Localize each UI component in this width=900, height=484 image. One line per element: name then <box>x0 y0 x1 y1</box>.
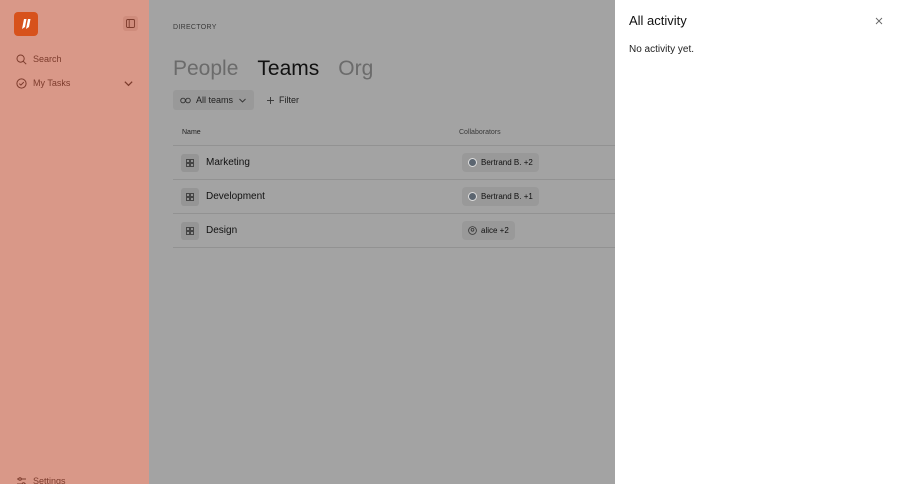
filter-button[interactable]: Filter <box>262 90 303 110</box>
collaborators-chip[interactable]: Bertrand B. +1 <box>462 187 539 206</box>
all-teams-dropdown[interactable]: All teams <box>173 90 255 110</box>
empty-state-text: No activity yet. <box>629 44 695 55</box>
settings-sliders-icon <box>17 476 26 484</box>
team-icon <box>181 154 199 172</box>
sidebar-item-label: Settings <box>33 476 66 484</box>
tab-people[interactable]: People <box>173 57 238 81</box>
user-circle-icon <box>468 226 477 235</box>
sidebar: Search My Tasks Settings <box>0 0 149 484</box>
collapse-sidebar-button[interactable] <box>123 16 138 31</box>
brand-mark-icon <box>22 19 31 29</box>
filter-label: Filter <box>279 95 300 105</box>
panel-title: All activity <box>629 13 687 28</box>
divider <box>173 247 615 248</box>
tab-org[interactable]: Org <box>338 57 373 81</box>
chevron-down-icon <box>239 98 246 103</box>
tab-teams[interactable]: Teams <box>257 57 319 81</box>
avatar <box>468 192 477 201</box>
sidebar-item-my-tasks[interactable]: My Tasks <box>16 75 134 91</box>
sidebar-item-label: My Tasks <box>33 78 71 88</box>
collaborators-text: alice +2 <box>481 226 509 235</box>
table-row[interactable]: Design alice +2 <box>173 214 615 248</box>
toolbar: All teams Filter <box>173 90 303 110</box>
team-icon <box>181 222 199 240</box>
all-teams-label: All teams <box>196 95 234 105</box>
column-header-collaborators[interactable]: Collaborators <box>459 129 501 136</box>
table-row[interactable]: Development Bertrand B. +1 <box>173 180 615 214</box>
collaborators-chip[interactable]: Bertrand B. +2 <box>462 153 539 172</box>
directory-tabs: People Teams Org <box>173 57 373 81</box>
sidebar-item-search[interactable]: Search <box>16 51 62 67</box>
close-icon <box>875 17 883 25</box>
close-button[interactable] <box>873 15 885 27</box>
search-icon <box>16 54 27 65</box>
plus-icon <box>267 96 275 104</box>
chevron-down-icon[interactable] <box>123 78 134 89</box>
sidebar-toggle-icon <box>126 19 135 28</box>
column-header-name[interactable]: Name <box>182 129 201 136</box>
teams-icon <box>180 97 191 103</box>
team-name: Design <box>206 225 238 236</box>
sidebar-item-settings[interactable]: Settings <box>16 473 66 484</box>
team-name: Marketing <box>206 157 250 168</box>
activity-panel: All activity No activity yet. <box>615 0 900 484</box>
team-name: Development <box>206 191 265 202</box>
app-logo[interactable] <box>14 12 38 36</box>
collaborators-chip[interactable]: alice +2 <box>462 221 515 240</box>
sidebar-item-label: Search <box>33 54 62 64</box>
breadcrumb: DIRECTORY <box>173 24 217 31</box>
avatar <box>468 158 477 167</box>
team-icon <box>181 188 199 206</box>
collaborators-text: Bertrand B. +1 <box>481 192 533 201</box>
check-circle-icon <box>16 77 27 89</box>
table-row[interactable]: Marketing Bertrand B. +2 <box>173 146 615 180</box>
collaborators-text: Bertrand B. +2 <box>481 158 533 167</box>
main-content: DIRECTORY People Teams Org All teams Fil… <box>149 0 615 484</box>
